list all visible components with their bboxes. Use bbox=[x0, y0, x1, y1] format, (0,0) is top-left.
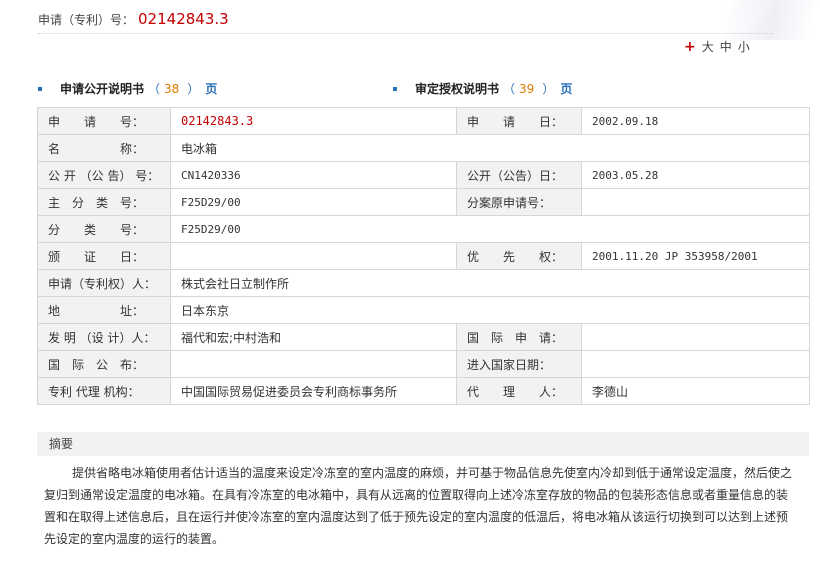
intl-pub-value bbox=[170, 350, 457, 378]
pub-no-label: 公 开 （公 告） 号： bbox=[37, 161, 171, 189]
national-date-label: 进入国家日期： bbox=[456, 350, 582, 378]
table-row: 公 开 （公 告） 号： CN1420336 公开（公告）日： 2003.05.… bbox=[37, 161, 810, 189]
publication-doc-link[interactable]: 申请公开说明书 bbox=[60, 80, 144, 97]
table-row: 专利 代理 机构： 中国国际贸易促进委员会专利商标事务所 代 理 人： 李德山 bbox=[37, 377, 810, 405]
name-value: 电冰箱 bbox=[170, 134, 810, 162]
patent-info-table: 申 请 号： 02142843.3 申 请 日： 2002.09.18 名 称：… bbox=[37, 107, 810, 405]
national-date-value bbox=[581, 350, 810, 378]
priority-label: 优 先 权： bbox=[456, 242, 582, 270]
divider bbox=[38, 33, 774, 34]
divisional-value bbox=[581, 188, 810, 216]
application-number-header: 申请（专利）号： 02142843.3 bbox=[38, 10, 229, 34]
pub-no-value: CN1420336 bbox=[170, 161, 457, 189]
paren-open: （ bbox=[503, 82, 516, 96]
table-row: 分 类 号： F25D29/00 bbox=[37, 215, 810, 243]
application-number-label: 申请（专利）号： bbox=[38, 13, 135, 27]
pub-date-value: 2003.05.28 bbox=[581, 161, 810, 189]
class-value: F25D29/00 bbox=[170, 215, 810, 243]
application-number-value: 02142843.3 bbox=[138, 10, 229, 28]
class-label: 分 类 号： bbox=[37, 215, 171, 243]
application-no-value: 02142843.3 bbox=[170, 107, 457, 135]
font-size-large[interactable]: 大 bbox=[702, 38, 714, 55]
inventor-value: 福代和宏;中村浩和 bbox=[170, 323, 457, 351]
plus-icon: + bbox=[684, 38, 696, 55]
section-publication: 申请公开说明书 （ 38 ） 页 bbox=[38, 80, 217, 97]
cert-date-value bbox=[170, 242, 457, 270]
cert-date-label: 颁 证 日： bbox=[37, 242, 171, 270]
applicant-value: 株式会社日立制作所 bbox=[170, 269, 810, 297]
table-row: 名 称： 电冰箱 bbox=[37, 134, 810, 162]
application-date-value: 2002.09.18 bbox=[581, 107, 810, 135]
grant-doc-link[interactable]: 审定授权说明书 bbox=[415, 80, 499, 97]
agent-label: 代 理 人： bbox=[456, 377, 582, 405]
paren-close: ） bbox=[542, 82, 555, 96]
address-value: 日本东京 bbox=[170, 296, 810, 324]
table-row: 主 分 类 号： F25D29/00 分案原申请号： bbox=[37, 188, 810, 216]
agency-label: 专利 代理 机构： bbox=[37, 377, 171, 405]
section-grant: 审定授权说明书 （ 39 ） 页 bbox=[393, 80, 572, 97]
table-row: 地 址： 日本东京 bbox=[37, 296, 810, 324]
table-row: 申 请 号： 02142843.3 申 请 日： 2002.09.18 bbox=[37, 107, 810, 135]
paren-close: ） bbox=[187, 82, 200, 96]
paren-open: （ bbox=[148, 82, 161, 96]
table-row: 申请（专利权）人： 株式会社日立制作所 bbox=[37, 269, 810, 297]
divisional-label: 分案原申请号： bbox=[456, 188, 582, 216]
page-unit: 页 bbox=[560, 82, 573, 96]
main-class-label: 主 分 类 号： bbox=[37, 188, 171, 216]
bullet-icon bbox=[393, 86, 397, 91]
intl-app-label: 国 际 申 请： bbox=[456, 323, 582, 351]
applicant-label: 申请（专利权）人： bbox=[37, 269, 171, 297]
table-row: 国 际 公 布： 进入国家日期： bbox=[37, 350, 810, 378]
page-unit: 页 bbox=[205, 82, 218, 96]
name-label: 名 称： bbox=[37, 134, 171, 162]
application-date-label: 申 请 日： bbox=[456, 107, 582, 135]
pub-date-label: 公开（公告）日： bbox=[456, 161, 582, 189]
font-size-switcher: + 大 中 小 bbox=[684, 38, 750, 55]
font-size-medium[interactable]: 中 bbox=[720, 38, 732, 55]
intl-app-value bbox=[581, 323, 810, 351]
font-size-small[interactable]: 小 bbox=[738, 38, 750, 55]
inventor-label: 发 明 （设 计）人： bbox=[37, 323, 171, 351]
bullet-icon bbox=[38, 86, 42, 91]
table-row: 发 明 （设 计）人： 福代和宏;中村浩和 国 际 申 请： bbox=[37, 323, 810, 351]
agency-value: 中国国际贸易促进委员会专利商标事务所 bbox=[170, 377, 457, 405]
priority-value: 2001.11.20 JP 353958/2001 bbox=[581, 242, 810, 270]
main-class-value: F25D29/00 bbox=[170, 188, 457, 216]
table-row: 颁 证 日： 优 先 权： 2001.11.20 JP 353958/2001 bbox=[37, 242, 810, 270]
intl-pub-label: 国 际 公 布： bbox=[37, 350, 171, 378]
application-no-label: 申 请 号： bbox=[37, 107, 171, 135]
grant-page-count: 39 bbox=[519, 81, 535, 96]
publication-page-count: 38 bbox=[164, 81, 180, 96]
agent-value: 李德山 bbox=[581, 377, 810, 405]
abstract-heading: 摘要 bbox=[37, 432, 809, 456]
header-decoration bbox=[660, 0, 820, 40]
abstract-text: 提供省略电冰箱使用者估计适当的温度来设定冷冻室的室内温度的麻烦，并可基于物品信息… bbox=[44, 466, 793, 546]
address-label: 地 址： bbox=[37, 296, 171, 324]
